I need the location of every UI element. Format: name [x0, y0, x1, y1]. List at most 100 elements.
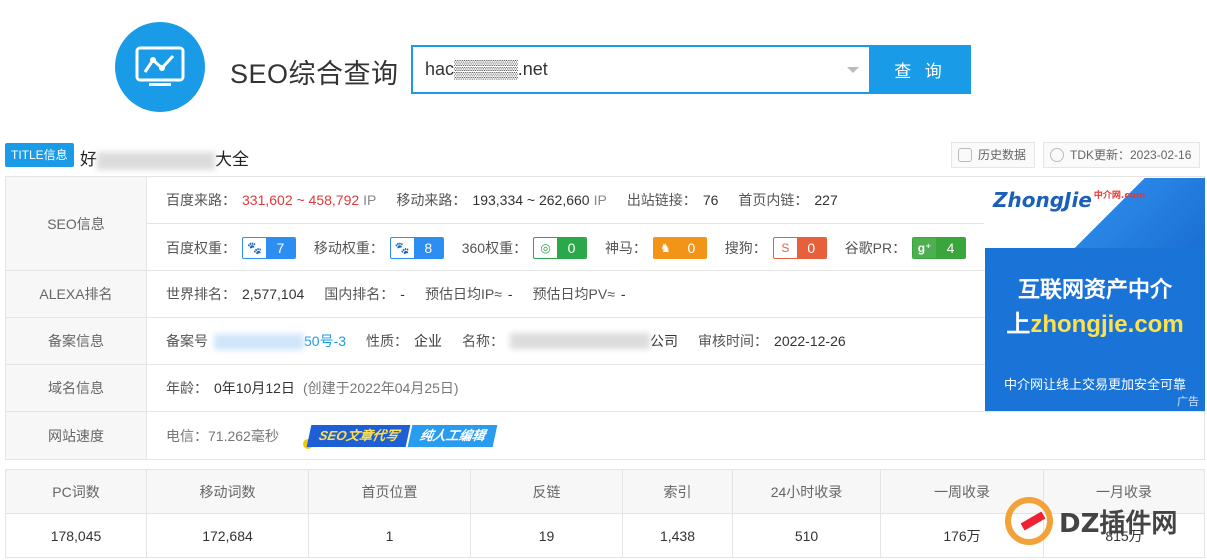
tdk-update-button[interactable]: TDK更新：2023-02-16 — [1043, 142, 1201, 168]
history-data-button[interactable]: 历史数据 — [951, 142, 1036, 168]
chevron-down-icon[interactable] — [847, 67, 859, 73]
site-title: 好 大全 — [80, 145, 249, 170]
daily-pv-value: - — [620, 286, 626, 302]
domestic-rank-label: 国内排名： — [324, 286, 395, 302]
mobile-weight-label: 移动权重： — [313, 239, 384, 256]
index-value[interactable]: 1,438 — [622, 513, 733, 558]
mobile-weight-value: 8 — [413, 237, 443, 258]
google-pr-badge[interactable]: g⁺ 4 — [912, 236, 966, 259]
icp-audit-label: 审核时间： — [698, 333, 769, 349]
title-badge: TITLE信息 — [5, 143, 74, 167]
world-rank-label: 世界排名： — [166, 286, 236, 302]
360-weight-value: 0 — [557, 237, 586, 258]
baidu-weight-value: 7 — [266, 237, 295, 258]
domain-created: (创建于2022年04月25日) — [302, 380, 459, 396]
stats-header: PC词数 — [5, 469, 147, 514]
speed-value: 电信：71.262毫秒 — [166, 427, 279, 444]
sogou-weight-value: 0 — [796, 237, 826, 258]
backlinks-value[interactable]: 19 — [470, 513, 623, 558]
inner-links-value[interactable]: 227 — [814, 192, 837, 208]
mobile-weight-badge[interactable]: 🐾 8 — [389, 236, 444, 259]
shenma-weight-badge[interactable]: ♞ 0 — [652, 236, 707, 259]
redacted-text — [97, 151, 215, 170]
360-weight-badge[interactable]: ◎ 0 — [533, 236, 587, 259]
icp-nature-value: 企业 — [414, 333, 443, 349]
domain-age-value: 0年10月12日 — [214, 380, 295, 396]
watermark-text: DZ插件网 — [1059, 508, 1178, 539]
sogou-icon: S — [781, 240, 790, 255]
daily-ip-value: - — [507, 286, 513, 302]
paw-icon: 🐾 — [394, 240, 410, 255]
icp-number-link[interactable]: 50号-3 — [214, 331, 346, 351]
ad-tag: 广告 — [1177, 396, 1199, 408]
mobile-traffic-value[interactable]: 193,334 ~ 262,660 — [472, 192, 589, 208]
domain-age-label: 年龄： — [166, 380, 208, 396]
logo — [115, 22, 205, 112]
icp-number-suffix: 50号-3 — [304, 333, 347, 349]
outbound-links-value[interactable]: 76 — [703, 192, 719, 208]
promo-banner[interactable]: SEO文章代写 纯人工编辑 — [302, 424, 498, 449]
mobile-traffic-unit: IP — [593, 192, 607, 208]
outbound-links-label: 出站链接： — [626, 192, 697, 208]
alexa-label: ALEXA排名 — [6, 271, 147, 317]
sogou-weight-label: 搜狗： — [724, 239, 767, 256]
indexed-24h-value[interactable]: 510 — [732, 513, 881, 558]
daily-pv-label: 预估日均PV≈ — [532, 286, 615, 302]
baidu-weight-badge[interactable]: 🐾 7 — [242, 236, 296, 259]
ad-domain-line: 上zhongjie.com — [985, 304, 1205, 339]
speed-label: 网站速度 — [6, 412, 147, 459]
page-title: SEO综合查询 — [230, 59, 399, 89]
history-data-label: 历史数据 — [978, 148, 1027, 162]
world-rank-value: 2,577,104 — [242, 286, 305, 302]
chart-monitor-icon — [135, 46, 185, 86]
traffic-line: 百度来路： 331,602 ~ 458,792 IP 移动来路： 193,334… — [147, 177, 984, 224]
stats-header: 24小时收录 — [732, 469, 881, 514]
promo-manual-edit[interactable]: 纯人工编辑 — [407, 424, 498, 447]
stats-header: 首页位置 — [308, 469, 471, 514]
icp-nature-label: 性质： — [366, 333, 409, 349]
ad-logo: ZhongJie 中介网.com — [993, 188, 1145, 212]
shenma-weight-value: 0 — [676, 237, 706, 258]
speed-row: 网站速度 电信：71.262毫秒 SEO文章代写 纯人工编辑 — [6, 412, 1204, 459]
alexa-content: 世界排名： 2,577,104 国内排名： - 预估日均IP≈ - 预估日均PV… — [166, 271, 646, 317]
stats-header: 反链 — [470, 469, 623, 514]
search-button[interactable]: 查 询 — [869, 45, 971, 94]
ad-logo-small: 中介网.com — [1093, 191, 1146, 201]
sogou-weight-badge[interactable]: S0 — [772, 236, 827, 259]
domain-content: 年龄： 0年10月12日 (创建于2022年04月25日) — [166, 365, 459, 411]
baidu-traffic-label: 百度来路： — [166, 192, 236, 208]
baidu-traffic-value[interactable]: 331,602 ~ 458,792 — [242, 192, 359, 208]
watermark: DZ插件网 — [1005, 497, 1177, 545]
pc-keywords-value[interactable]: 178,045 — [5, 513, 147, 558]
tdk-update-label: TDK更新：2023-02-16 — [1070, 148, 1192, 162]
mobile-traffic-label: 移动来路： — [396, 192, 467, 208]
dz-logo-icon — [1005, 497, 1053, 545]
inner-links-label: 首页内链： — [738, 192, 809, 208]
ad-domain: zhongjie.com — [1030, 311, 1184, 338]
homepage-position-value: 1 — [308, 513, 471, 558]
icp-name-suffix: 公司 — [650, 333, 679, 349]
ad-domain-prefix: 上 — [1006, 311, 1031, 338]
icp-content: 备案号 50号-3 性质： 企业 名称： 公司 审核时间： 2022-12-26 — [166, 318, 866, 364]
google-plus-icon: g⁺ — [913, 237, 937, 258]
site-title-suffix: 大全 — [215, 150, 249, 169]
weights-line: 百度权重： 🐾 7 移动权重： 🐾 8 360权重： ◎ 0 神马： ♞ 0 搜狗： S… — [147, 224, 984, 271]
mobile-keywords-value[interactable]: 172,684 — [146, 513, 309, 558]
redacted-text — [214, 334, 304, 351]
promo-seo-writing[interactable]: SEO文章代写 — [306, 424, 411, 447]
icp-label: 备案信息 — [6, 318, 147, 364]
domestic-rank-value: - — [400, 286, 405, 302]
ad-banner[interactable]: ZhongJie 中介网.com 互联网资产中介 上zhongjie.com 中介… — [985, 178, 1205, 411]
icp-name-label: 名称： — [462, 333, 505, 349]
baidu-traffic-unit: IP — [363, 192, 377, 208]
search-input[interactable] — [413, 47, 813, 92]
ad-headline: 互联网资产中介 — [1017, 277, 1172, 302]
shenma-weight-label: 神马： — [604, 239, 647, 256]
stats-header: 移动词数 — [146, 469, 309, 514]
360-icon: ◎ — [540, 240, 551, 255]
search-field[interactable] — [411, 45, 871, 94]
icp-audit-value: 2022-12-26 — [774, 333, 846, 349]
google-pr-label: 谷歌PR： — [844, 239, 907, 256]
domain-label: 域名信息 — [6, 365, 147, 411]
speed-content: 电信：71.262毫秒 SEO文章代写 纯人工编辑 — [166, 412, 498, 459]
